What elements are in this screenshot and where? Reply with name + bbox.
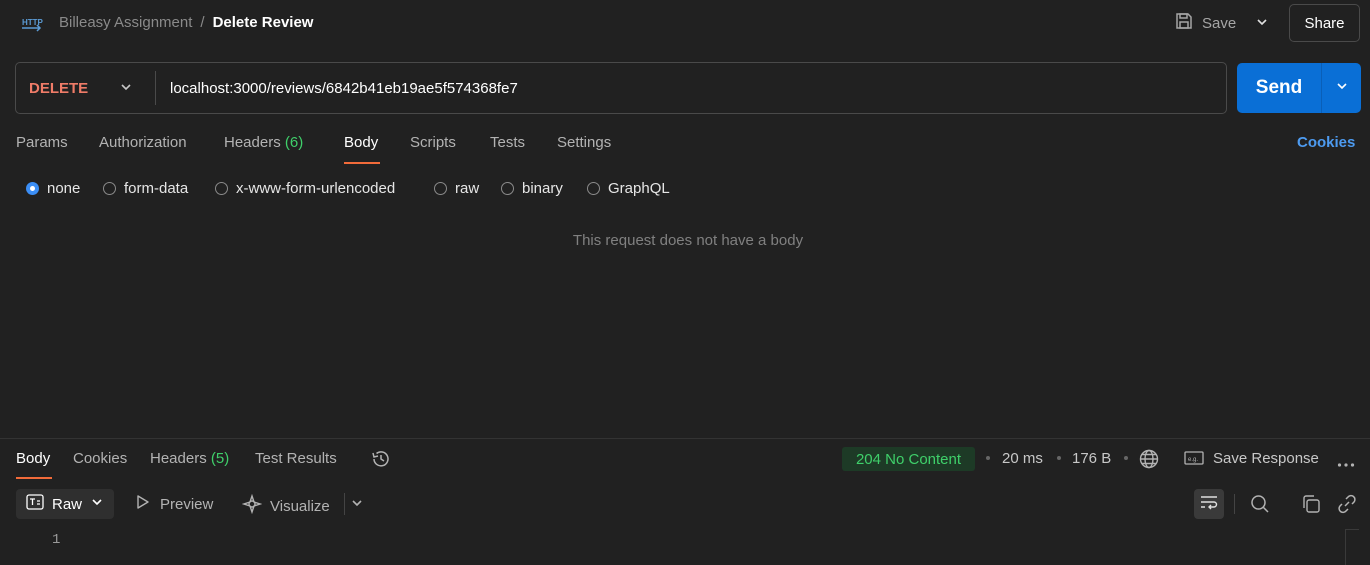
empty-body-message: This request does not have a body (572, 232, 804, 249)
body-type-label: binary (522, 180, 563, 197)
chevron-down-icon (1335, 79, 1349, 97)
tab-settings[interactable]: Settings (557, 134, 611, 151)
preview-button[interactable]: Preview (136, 494, 213, 514)
body-type-label: GraphQL (608, 180, 670, 197)
radio[interactable] (215, 182, 228, 195)
active-tab-indicator (344, 162, 380, 164)
send-button[interactable]: Send (1237, 63, 1321, 113)
save-label: Save (1202, 14, 1237, 32)
share-button[interactable]: Share (1289, 4, 1360, 42)
body-type-form-data[interactable]: form-data (103, 180, 188, 197)
body-type-label: form-data (124, 180, 189, 197)
response-time[interactable]: 20 ms (1002, 450, 1043, 467)
body-type-label: raw (455, 180, 480, 197)
format-select[interactable]: Raw (16, 489, 114, 519)
url-input[interactable] (170, 73, 1210, 103)
dot-separator (1057, 456, 1061, 460)
svg-text:HTTP: HTTP (22, 18, 44, 27)
body-type-graphql[interactable]: GraphQL (587, 180, 670, 197)
chevron-down-icon (119, 80, 133, 98)
cookies-link[interactable]: Cookies (1297, 134, 1355, 151)
status-badge[interactable]: 204 No Content (842, 447, 975, 471)
svg-text:e.g.: e.g. (1188, 457, 1198, 463)
radio[interactable] (501, 182, 514, 195)
link-icon[interactable] (1336, 493, 1358, 519)
text-format-icon (26, 494, 44, 514)
url-divider (155, 71, 156, 105)
radio-checked[interactable] (26, 182, 39, 195)
method-label: DELETE (29, 79, 89, 97)
save-icon (1174, 11, 1194, 35)
response-tab-headers-label: Headers (150, 450, 207, 467)
body-type-label: none (47, 180, 81, 197)
send-dropdown-button[interactable] (1322, 63, 1361, 113)
word-wrap-button[interactable] (1194, 489, 1224, 519)
tab-scripts[interactable]: Scripts (410, 134, 456, 151)
chevron-down-icon[interactable] (350, 496, 364, 514)
globe-icon[interactable] (1138, 448, 1160, 474)
radio[interactable] (587, 182, 600, 195)
tab-authorization[interactable]: Authorization (99, 134, 187, 151)
tab-headers[interactable]: Headers (6) (224, 134, 303, 151)
radio[interactable] (103, 182, 116, 195)
request-title[interactable]: Delete Review (213, 14, 314, 31)
body-type-urlencoded[interactable]: x-www-form-urlencoded (215, 180, 395, 197)
toolbar-divider (344, 493, 345, 515)
breadcrumb: Billeasy Assignment / Delete Review (59, 14, 313, 31)
history-icon[interactable] (370, 448, 392, 474)
tab-params[interactable]: Params (16, 134, 68, 151)
scrollbar[interactable] (1345, 529, 1359, 565)
more-options-icon[interactable] (1337, 455, 1355, 472)
visualize-label: Visualize (270, 497, 330, 515)
body-type-binary[interactable]: binary (501, 180, 563, 197)
save-response-button[interactable]: Save Response (1213, 450, 1319, 467)
format-label: Raw (52, 495, 83, 513)
url-bar: DELETE (15, 62, 1227, 114)
method-select[interactable]: DELETE (16, 63, 155, 113)
copy-icon[interactable] (1300, 493, 1322, 519)
visualize-icon (241, 493, 263, 518)
response-headers-count: (5) (210, 450, 230, 467)
toolbar-divider (1234, 494, 1235, 514)
dot-separator (986, 456, 990, 460)
response-tab-body[interactable]: Body (16, 450, 50, 467)
search-icon[interactable] (1249, 493, 1271, 519)
wrap-lines-icon (1199, 494, 1219, 514)
response-divider[interactable] (0, 438, 1370, 439)
breadcrumb-collection[interactable]: Billeasy Assignment (59, 14, 192, 31)
radio[interactable] (434, 182, 447, 195)
response-size[interactable]: 176 B (1072, 450, 1111, 467)
response-tab-headers[interactable]: Headers (5) (150, 450, 229, 467)
play-icon (136, 494, 150, 514)
tab-tests[interactable]: Tests (490, 134, 525, 151)
response-tab-test-results[interactable]: Test Results (255, 450, 337, 467)
response-active-tab-indicator (16, 477, 52, 479)
chevron-down-icon (1255, 15, 1269, 33)
dot-separator (1124, 456, 1128, 460)
tab-headers-label: Headers (224, 134, 281, 151)
body-type-raw[interactable]: raw (434, 180, 479, 197)
line-number: 1 (52, 532, 61, 548)
send-button-group: Send (1237, 63, 1361, 113)
body-type-none[interactable]: none (26, 180, 80, 197)
response-tab-cookies[interactable]: Cookies (73, 450, 127, 467)
headers-count: (6) (284, 134, 304, 151)
save-response-icon: e.g. (1184, 450, 1204, 470)
preview-label: Preview (160, 495, 214, 513)
http-icon: HTTP (20, 12, 44, 34)
body-type-label: x-www-form-urlencoded (236, 180, 396, 197)
save-button[interactable]: Save (1174, 9, 1236, 37)
chevron-down-icon (90, 495, 104, 513)
visualize-button[interactable]: Visualize (241, 493, 330, 518)
save-dropdown-button[interactable] (1250, 12, 1274, 36)
tab-body[interactable]: Body (344, 134, 378, 151)
breadcrumb-separator: / (200, 14, 205, 31)
